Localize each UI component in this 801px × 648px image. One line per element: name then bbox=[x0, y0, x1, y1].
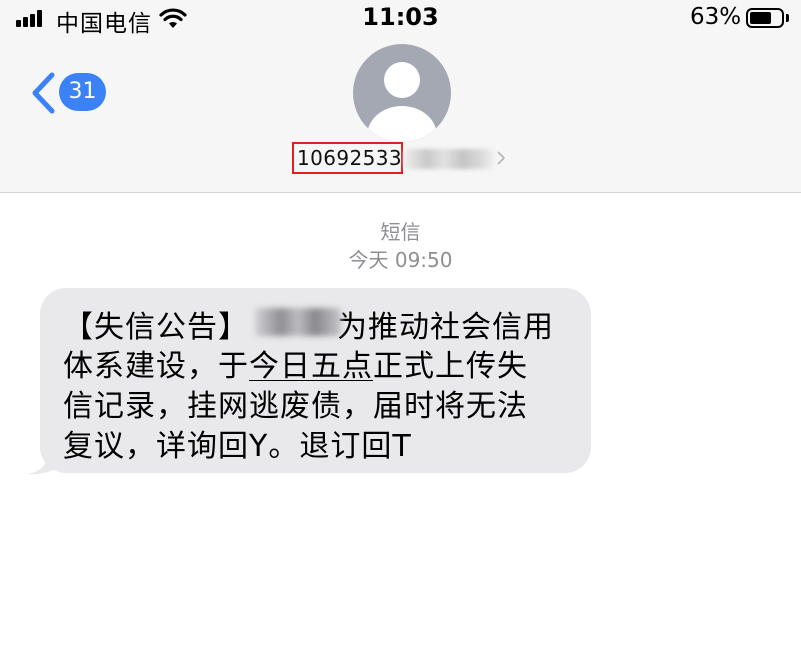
back-chevron-icon[interactable] bbox=[30, 72, 56, 114]
battery-cap bbox=[786, 14, 789, 22]
status-time: 11:03 bbox=[362, 3, 439, 31]
message-text: 正式上传失 bbox=[373, 349, 528, 384]
message-timestamp: 今天 09:50 bbox=[348, 248, 453, 272]
avatar-icon[interactable] bbox=[353, 44, 451, 142]
conversation-header: 31 10692533 bbox=[0, 38, 801, 193]
message-line-3: 信记录，挂网逃废债，届时将无法 bbox=[63, 389, 528, 424]
contact-number: 10692533 bbox=[297, 146, 402, 170]
message-prefix: 【失信公告】 bbox=[63, 310, 249, 345]
date-link[interactable]: 今日五点 bbox=[249, 349, 373, 384]
battery-percent: 63% bbox=[690, 4, 742, 30]
message-line-2: 体系建设，于今日五点正式上传失 bbox=[63, 341, 528, 385]
back-unread-badge[interactable]: 31 bbox=[59, 73, 106, 111]
chevron-right-icon bbox=[497, 151, 505, 165]
battery-icon bbox=[746, 8, 784, 28]
redacted-text bbox=[255, 308, 341, 336]
message-type-label: 短信 bbox=[380, 220, 421, 244]
message-text: 体系建设，于 bbox=[63, 349, 249, 384]
redacted-contact-part bbox=[404, 149, 494, 169]
message-line-4: 复议，详询回Y。退订回T bbox=[63, 429, 412, 464]
status-bar: 中国电信 11:03 63% bbox=[0, 0, 801, 38]
message-line-1-rest: 为推动社会信用 bbox=[337, 310, 554, 345]
